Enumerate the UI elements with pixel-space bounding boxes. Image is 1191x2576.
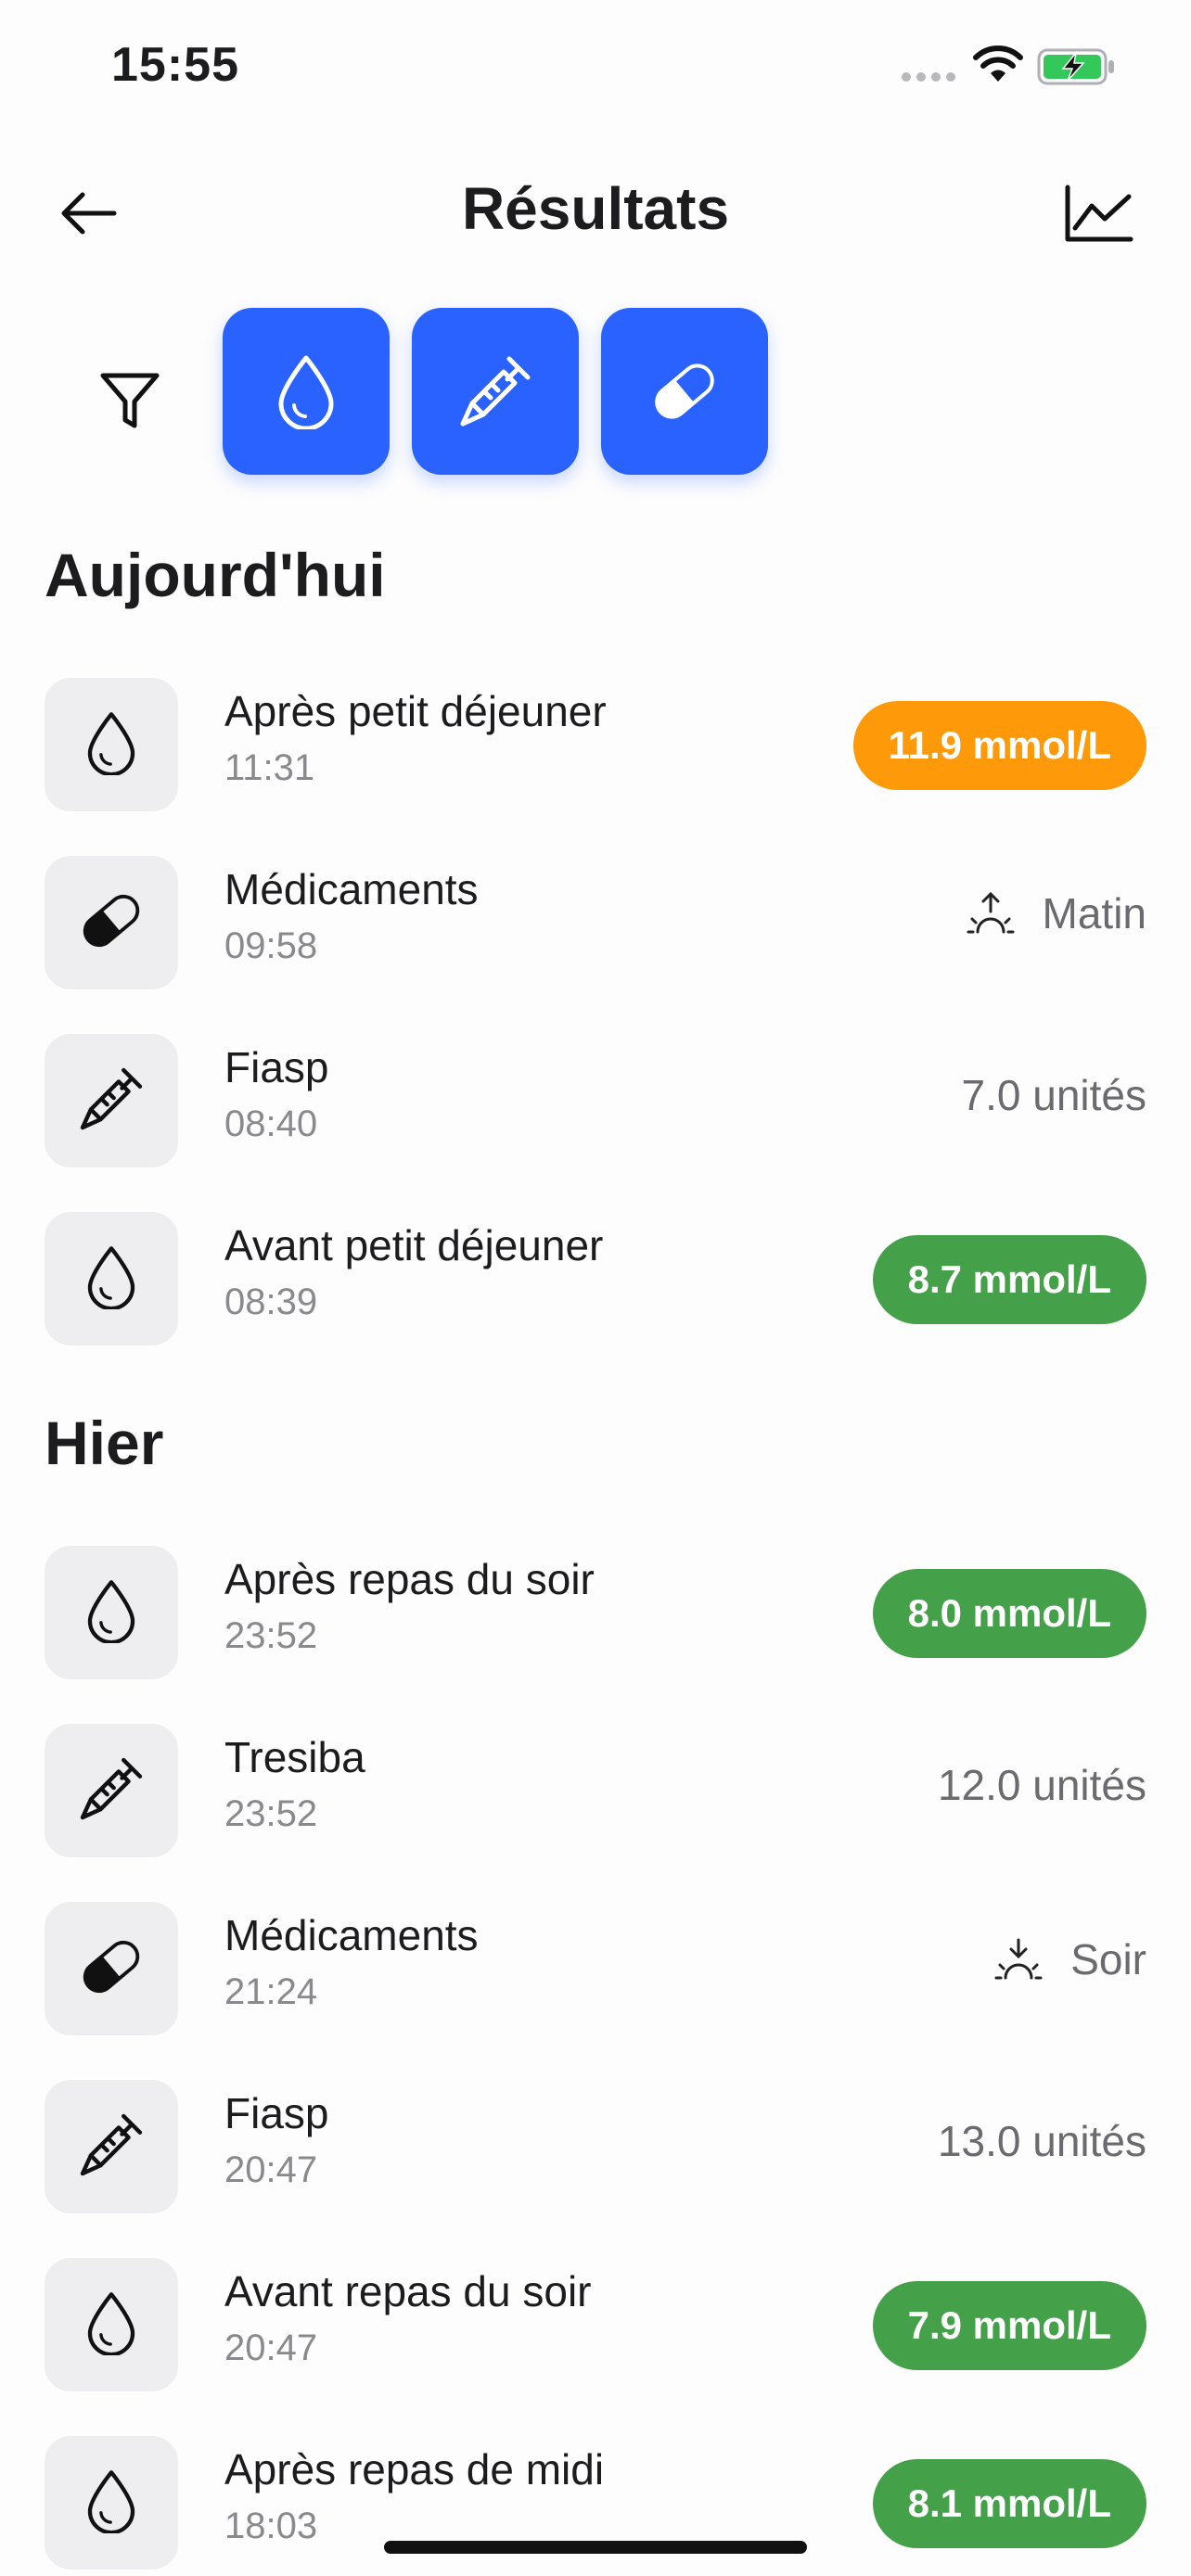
entry-time: 21:24 (224, 1971, 318, 2012)
status-time: 15:55 (111, 38, 239, 92)
entry-title: Après repas du soir (224, 1555, 595, 1603)
insulin-dose: 12.0 unités (937, 1761, 1146, 1809)
list-item-medication[interactable]: Médicaments 21:24 Soir (0, 1899, 1191, 2038)
entry-time: 20:47 (224, 2327, 318, 2368)
drop-icon (83, 2468, 139, 2538)
insulin-dose: 7.0 unités (961, 1071, 1146, 1119)
drop-icon (83, 2290, 139, 2360)
glucose-value-badge: 11.9 mmol/L (852, 701, 1146, 790)
entry-title: Avant repas du soir (224, 2267, 592, 2315)
entry-type-badge (45, 856, 178, 989)
period-label: Matin (1042, 889, 1146, 937)
entry-type-badge (45, 1546, 178, 1679)
filter-button[interactable] (85, 356, 174, 445)
list-item-glucose[interactable]: Après petit déjeuner 11:31 11.9 mmol/L (0, 675, 1191, 814)
entry-time: 23:52 (224, 1793, 318, 1834)
pill-icon (76, 1932, 147, 2007)
sunrise-icon (965, 891, 1017, 936)
page-title: Résultats (461, 175, 730, 242)
entry-title: Fiasp (224, 1043, 329, 1091)
sunset-icon (992, 1937, 1044, 1982)
syringe-icon (76, 1753, 147, 1829)
filter-insulin-toggle[interactable] (412, 308, 579, 475)
entry-time: 20:47 (224, 2149, 318, 2190)
section-title-yesterday: Hier (45, 1409, 164, 1477)
cellular-signal-icon (902, 72, 955, 82)
entry-type-badge (45, 1034, 178, 1167)
medication-period: Soir (992, 1934, 1146, 1984)
filter-medication-toggle[interactable] (601, 308, 768, 475)
entry-time: 08:39 (224, 1282, 318, 1322)
chart-button[interactable] (1057, 176, 1141, 250)
glucose-value-badge: 7.9 mmol/L (872, 2281, 1146, 2370)
glucose-value-badge: 8.7 mmol/L (872, 1235, 1146, 1324)
glucose-value-badge: 8.1 mmol/L (872, 2459, 1146, 2548)
filter-bar (0, 308, 1191, 475)
syringe-icon (460, 356, 531, 427)
entry-title: Tresiba (224, 1733, 365, 1781)
home-indicator (384, 2541, 807, 2554)
entry-type-badge (45, 2258, 178, 2391)
entry-title: Fiasp (224, 2089, 329, 2137)
list-item-insulin[interactable]: Tresiba 23:52 12.0 unités (0, 1721, 1191, 1860)
entry-title: Avant petit déjeuner (224, 1221, 604, 1269)
section-title-today: Aujourd'hui (45, 541, 386, 609)
list-item-glucose[interactable]: Avant repas du soir 20:47 7.9 mmol/L (0, 2255, 1191, 2394)
app-header: Résultats (0, 148, 1191, 278)
filter-glucose-toggle[interactable] (223, 308, 390, 475)
entry-title: Médicaments (224, 1911, 479, 1959)
list-item-medication[interactable]: Médicaments 09:58 Matin (0, 853, 1191, 992)
drop-icon (83, 710, 139, 780)
list-item-insulin[interactable]: Fiasp 20:47 13.0 unités (0, 2077, 1191, 2216)
pill-icon (655, 363, 714, 419)
period-label: Soir (1070, 1935, 1146, 1983)
list-item-glucose[interactable]: Après repas du soir 23:52 8.0 mmol/L (0, 1543, 1191, 1682)
entry-title: Après repas de midi (224, 2445, 605, 2493)
entry-title: Après petit déjeuner (224, 687, 607, 735)
entry-time: 18:03 (224, 2506, 318, 2546)
entry-type-badge (45, 2436, 178, 2570)
entry-type-badge (45, 678, 178, 811)
status-bar: 15:55 (0, 0, 1191, 139)
battery-charging-icon (1037, 48, 1114, 85)
entry-type-badge (45, 1724, 178, 1857)
entry-time: 23:52 (224, 1615, 318, 1656)
entry-time: 08:40 (224, 1103, 318, 1144)
entry-type-badge (45, 1902, 178, 2035)
entry-time: 11:31 (224, 747, 315, 788)
wifi-icon (973, 45, 1023, 82)
drop-icon (83, 1578, 139, 1648)
entry-type-badge (45, 1212, 178, 1345)
drop-icon (83, 1244, 139, 1314)
drop-icon (278, 355, 334, 429)
entry-title: Médicaments (224, 865, 479, 913)
line-chart-icon (1065, 185, 1133, 242)
entry-time: 09:58 (224, 925, 318, 966)
pill-icon (76, 886, 147, 961)
glucose-value-badge: 8.0 mmol/L (872, 1569, 1146, 1658)
funnel-icon (100, 373, 160, 428)
syringe-icon (76, 1064, 147, 1139)
entry-type-badge (45, 2080, 178, 2213)
list-item-glucose[interactable]: Avant petit déjeuner 08:39 8.7 mmol/L (0, 1209, 1191, 1348)
syringe-icon (76, 2110, 147, 2185)
medication-period: Matin (965, 888, 1146, 938)
insulin-dose: 13.0 unités (937, 2117, 1146, 2165)
list-item-insulin[interactable]: Fiasp 08:40 7.0 unités (0, 1031, 1191, 1170)
